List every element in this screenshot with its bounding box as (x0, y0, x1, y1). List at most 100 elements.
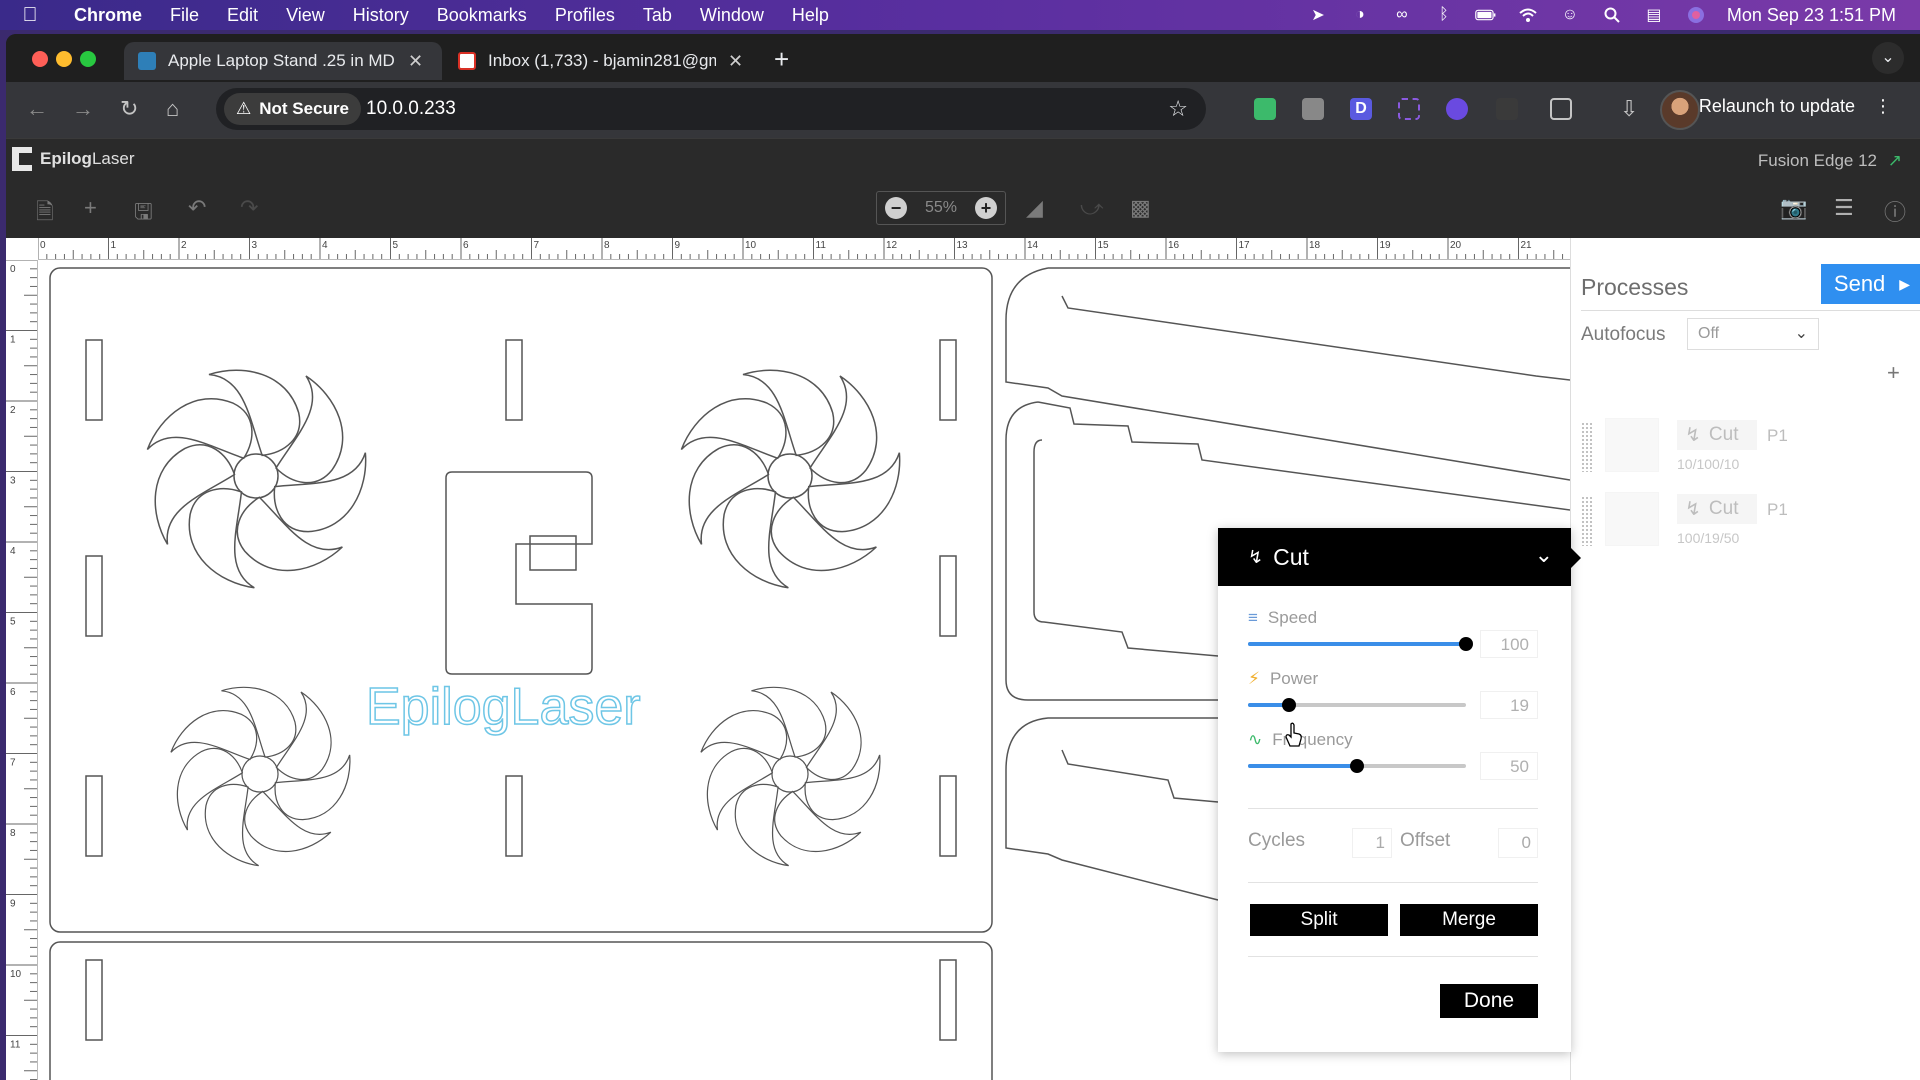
process-type-chip[interactable]: ↯ Cut (1677, 420, 1757, 450)
menu-view[interactable]: View (272, 5, 339, 26)
merge-button[interactable]: Merge (1400, 904, 1538, 936)
creative-cloud-icon[interactable]: ∞ (1391, 6, 1413, 24)
kebab-menu-icon[interactable]: ⋮ (1874, 96, 1892, 116)
extension-shield-icon[interactable] (1446, 98, 1468, 120)
url-text[interactable]: 10.0.0.233 (366, 98, 456, 120)
frequency-slider-knob[interactable] (1350, 759, 1364, 773)
autofocus-select[interactable]: Off ⌄ (1687, 318, 1819, 350)
cycles-input[interactable]: 1 (1352, 828, 1392, 858)
menu-tab[interactable]: Tab (629, 5, 686, 26)
camera-icon[interactable]: 📷 (1780, 195, 1807, 221)
extension-green-icon[interactable] (1254, 98, 1276, 120)
frequency-slider[interactable] (1248, 759, 1466, 773)
user-account-icon[interactable]: ☺ (1559, 6, 1581, 24)
home-icon[interactable]: ⌂ (166, 96, 179, 122)
process-item[interactable]: ↯ Cut P1 10/100/10 (1581, 414, 1881, 474)
extension-crop-icon[interactable] (1398, 98, 1420, 120)
battery-icon[interactable] (1475, 6, 1497, 24)
ruler-tick-label: 11 (816, 240, 827, 251)
power-slider-knob[interactable] (1282, 698, 1297, 712)
help-icon[interactable]: ⓘ (1884, 195, 1906, 227)
process-item[interactable]: ↯ Cut P1 100/19/50 (1581, 488, 1881, 548)
tab-strip: Apple Laptop Stand .25 in MDF ✕ Inbox (1… (6, 34, 1920, 82)
stand-panel-outline-lower[interactable] (49, 941, 993, 1080)
menu-help[interactable]: Help (778, 5, 843, 26)
rotate-icon[interactable]: ⤻ (1080, 195, 1104, 221)
relaunch-button[interactable]: Relaunch to update ⋮ (1699, 96, 1892, 117)
stand-panel-outline[interactable] (49, 267, 993, 933)
address-bar[interactable]: ⚠ Not Secure 10.0.0.233 ☆ (216, 88, 1206, 130)
machine-status[interactable]: Fusion Edge 12 ↗ (1758, 151, 1902, 171)
security-chip[interactable]: ⚠ Not Secure (224, 93, 361, 125)
speed-value-input[interactable]: 100 (1480, 630, 1538, 658)
bluetooth-icon[interactable]: ᛒ (1433, 6, 1455, 24)
reload-icon[interactable]: ↻ (120, 96, 138, 122)
done-button[interactable]: Done (1440, 984, 1538, 1018)
control-center-icon[interactable]: ▤ (1643, 6, 1665, 24)
layers-icon[interactable]: ▩ (1130, 195, 1151, 221)
siri-icon[interactable] (1685, 6, 1707, 24)
extension-faded-icon[interactable] (1496, 98, 1518, 120)
add-process-button[interactable]: + (1887, 360, 1900, 386)
profile-avatar[interactable] (1660, 90, 1700, 130)
menu-app-chrome[interactable]: Chrome (60, 5, 156, 26)
tab-laptop-stand[interactable]: Apple Laptop Stand .25 in MDF ✕ (124, 42, 442, 80)
tab-close-icon[interactable]: ✕ (408, 51, 423, 72)
fan-blade (809, 375, 878, 484)
menu-window[interactable]: Window (686, 5, 778, 26)
mirror-icon[interactable]: ◢ (1026, 195, 1043, 221)
new-tab-button[interactable]: + (774, 44, 789, 75)
speed-slider-knob[interactable] (1459, 637, 1473, 651)
spotlight-search-icon[interactable] (1601, 6, 1623, 24)
stand-inner-profile[interactable] (1033, 439, 1219, 657)
menu-profiles[interactable]: Profiles (541, 5, 629, 26)
wifi-icon[interactable] (1517, 6, 1539, 24)
apple-menu-icon[interactable]:  (0, 4, 60, 27)
location-icon[interactable]: ➤ (1307, 6, 1329, 24)
send-button[interactable]: Send ▶ (1821, 264, 1920, 304)
process-type-chip[interactable]: ↯ Cut (1677, 494, 1757, 524)
offset-input[interactable]: 0 (1498, 828, 1538, 858)
window-close-button[interactable] (32, 51, 48, 67)
window-maximize-button[interactable] (80, 51, 96, 67)
extensions-puzzle-icon[interactable] (1550, 98, 1572, 120)
stand-side-profile[interactable] (1005, 717, 1219, 901)
extension-stack-icon[interactable] (1302, 98, 1324, 120)
screen-share-icon[interactable]: ◑ (1349, 6, 1371, 24)
split-button[interactable]: Split (1250, 904, 1388, 936)
frequency-value-input[interactable]: 50 (1480, 752, 1538, 780)
menubar-clock[interactable]: Mon Sep 23 1:51 PM (1727, 5, 1896, 26)
cut-popup-header[interactable]: ↯ Cut ⌄ (1218, 528, 1571, 586)
epilog-engrave-text[interactable]: EpilogLaser (365, 677, 641, 737)
undo-icon[interactable]: ↶ (188, 195, 206, 221)
forward-arrow-icon[interactable]: → (72, 96, 94, 122)
new-file-icon[interactable]: 🗎 (36, 195, 54, 233)
tab-inbox[interactable]: Inbox (1,733) - bjamin281@gmail.com ✕ (444, 42, 762, 80)
bookmark-star-icon[interactable]: ☆ (1168, 96, 1188, 122)
ruler-tick-label: 16 (1168, 240, 1180, 251)
add-icon[interactable]: + (84, 195, 97, 221)
back-arrow-icon[interactable]: ← (26, 96, 48, 122)
tab-close-icon[interactable]: ✕ (728, 51, 743, 72)
drag-handle-icon[interactable] (1581, 496, 1593, 546)
power-value-input[interactable]: 19 (1480, 691, 1538, 719)
menu-history[interactable]: History (339, 5, 423, 26)
speed-slider[interactable] (1248, 637, 1473, 651)
menu-file[interactable]: File (156, 5, 213, 26)
window-minimize-button[interactable] (56, 51, 72, 67)
stand-side-profile[interactable] (1005, 267, 1570, 481)
menu-bookmarks[interactable]: Bookmarks (423, 5, 541, 26)
save-icon[interactable]: 🖫 (134, 195, 153, 233)
zoom-out-button[interactable]: − (885, 197, 907, 219)
epilog-logo: EpilogLaser (12, 147, 134, 171)
tab-search-dropdown-icon[interactable]: ⌄ (1872, 42, 1904, 74)
extension-d-icon[interactable]: D (1350, 98, 1372, 120)
menu-edit[interactable]: Edit (213, 5, 272, 26)
settings-sliders-icon[interactable]: ☰ (1834, 195, 1854, 221)
download-icon[interactable]: ⇩ (1620, 96, 1638, 122)
power-slider[interactable] (1248, 698, 1466, 712)
redo-icon[interactable]: ↷ (240, 195, 258, 221)
zoom-in-button[interactable]: + (975, 197, 997, 219)
drag-handle-icon[interactable] (1581, 422, 1593, 472)
chevron-down-icon[interactable]: ⌄ (1535, 542, 1553, 568)
